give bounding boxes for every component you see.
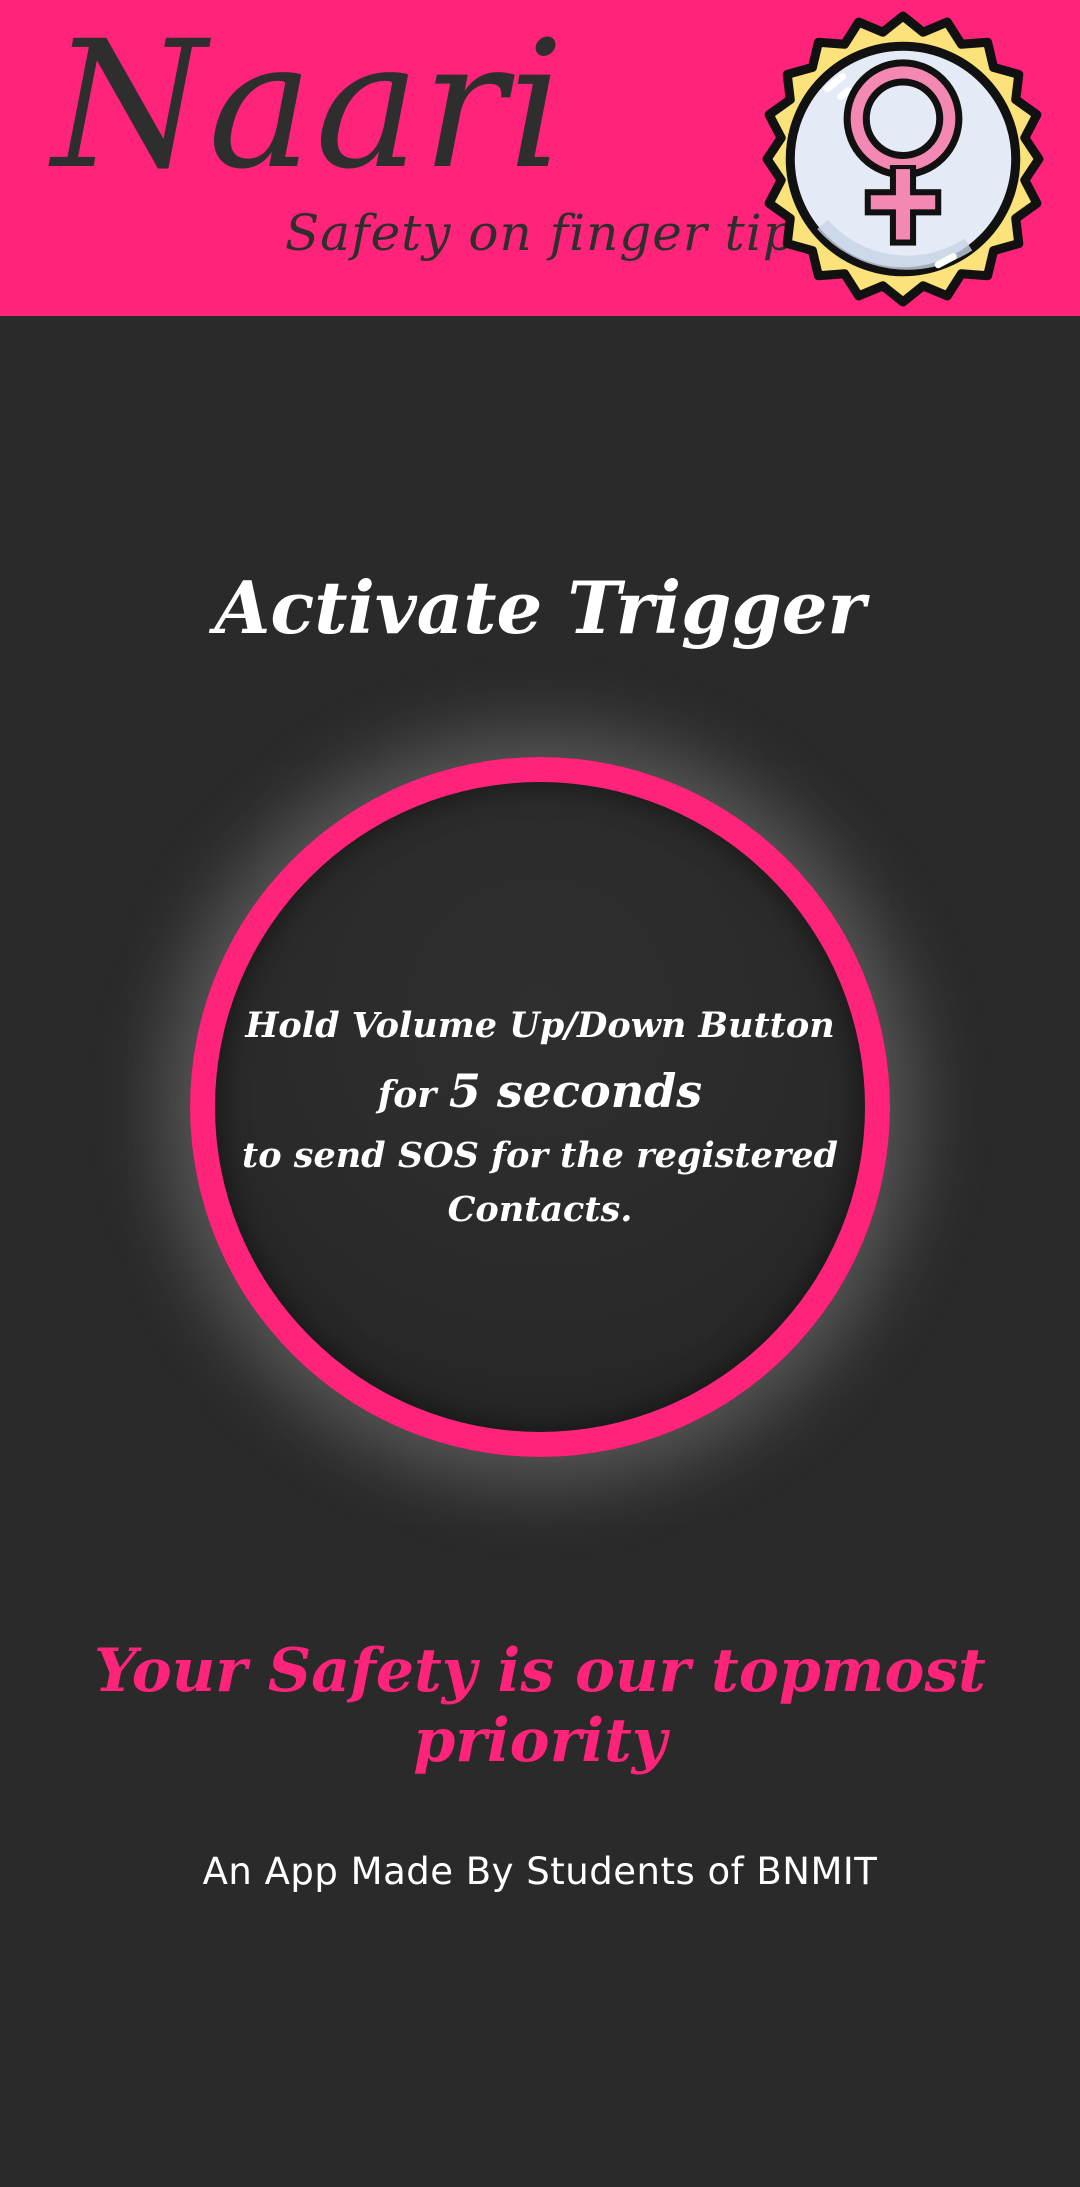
app-name: Naari xyxy=(52,3,567,208)
sos-trigger-button[interactable]: Hold Volume Up/Down Button for 5 seconds… xyxy=(190,757,890,1457)
instruction-duration: 5 seconds xyxy=(448,1064,703,1118)
app-screen: Naari Safety on finger tips Activate Tri… xyxy=(0,0,1080,2187)
page-title: Activate Trigger xyxy=(214,565,866,650)
app-header: Naari Safety on finger tips xyxy=(0,0,1080,316)
female-symbol-badge-icon xyxy=(762,11,1044,307)
instruction-line-2: for 5 seconds xyxy=(215,1068,865,1114)
trigger-instructions-panel: Hold Volume Up/Down Button for 5 seconds… xyxy=(215,782,865,1432)
instruction-line-4: Contacts. xyxy=(447,1189,633,1230)
instruction-line-1: Hold Volume Up/Down Button xyxy=(245,1005,835,1046)
instruction-line-3: to send SOS for the registered xyxy=(242,1135,838,1176)
app-tagline: Safety on finger tips xyxy=(285,204,823,262)
priority-slogan: Your Safety is our topmost priority xyxy=(94,1636,986,1776)
instruction-line-2-prefix: for xyxy=(377,1074,437,1116)
credit-text: An App Made By Students of BNMIT xyxy=(202,1850,878,1893)
